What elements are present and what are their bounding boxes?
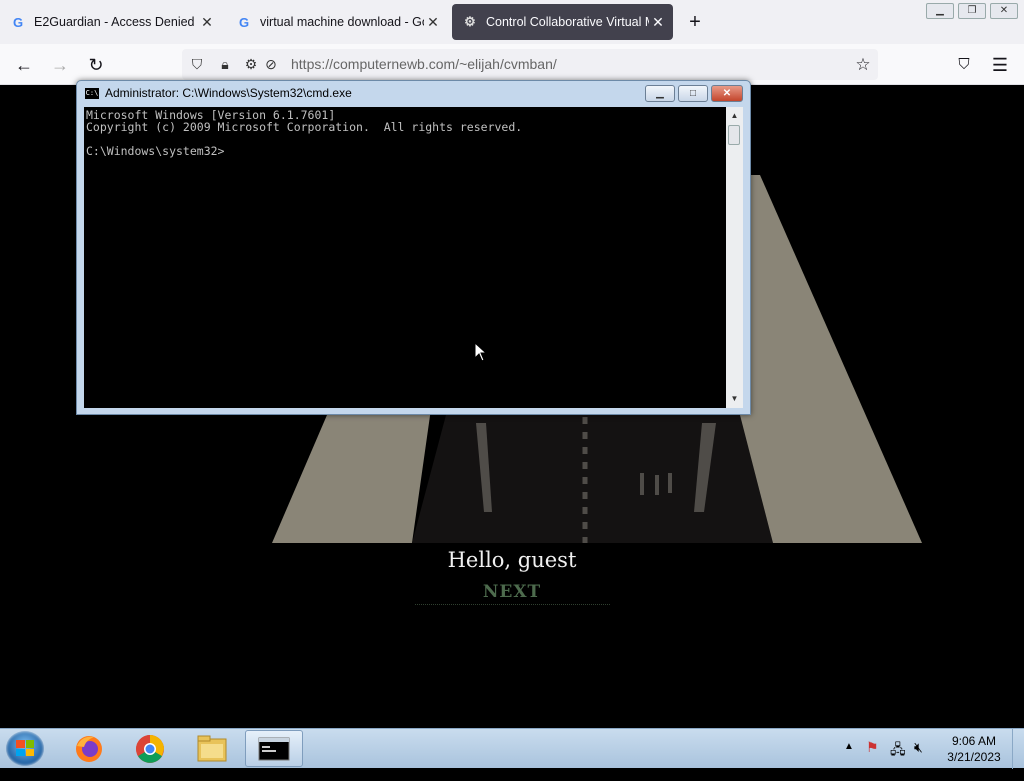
tab-title: virtual machine download - Goo xyxy=(260,15,424,29)
forward-arrow-icon[interactable]: → xyxy=(48,53,72,77)
start-button[interactable] xyxy=(6,731,44,766)
cmd-window[interactable]: C:\ Administrator: C:\Windows\System32\c… xyxy=(76,80,751,415)
tab-control-collaborative-virtual-machine[interactable]: ⚙ Control Collaborative Virtual Ma ✕ xyxy=(452,4,673,40)
show-desktop-button[interactable] xyxy=(1012,729,1024,769)
google-icon: G xyxy=(238,14,250,30)
cmd-scrollbar[interactable]: ▲ ▼ xyxy=(726,107,743,408)
restore-window-button[interactable]: ❐ xyxy=(958,3,986,19)
cmd-icon xyxy=(258,737,290,761)
next-underline xyxy=(415,604,610,605)
scroll-thumb[interactable] xyxy=(728,125,740,145)
back-arrow-icon[interactable]: ← xyxy=(12,53,36,77)
network-icon[interactable]: 🖧︎ xyxy=(890,739,906,779)
taskbar-chrome[interactable] xyxy=(121,730,179,767)
cmd-minimize-button[interactable]: ▁ xyxy=(645,85,675,102)
mouse-cursor-icon xyxy=(474,342,488,362)
address-bar[interactable]: ⛉ 🔒︎ ⚙ ⊘ https://computernewb.com/~elija… xyxy=(182,49,878,80)
google-icon: G xyxy=(12,14,24,30)
firefox-icon xyxy=(76,736,102,762)
tab-e2guardian[interactable]: G E2Guardian - Access Denied ✕ xyxy=(0,4,222,40)
road-shoulder-right xyxy=(735,175,922,543)
taskbar-firefox[interactable] xyxy=(60,730,118,767)
minimize-window-button[interactable]: ▁ xyxy=(926,3,954,19)
tab-title: Control Collaborative Virtual Ma xyxy=(486,15,649,29)
taskbar-cmd[interactable] xyxy=(245,730,303,767)
windows-logo-icon xyxy=(16,740,34,756)
cmd-titlebar[interactable]: C:\ Administrator: C:\Windows\System32\c… xyxy=(85,86,352,100)
taskbar: ▲ ⚑ 🖧︎ 🔇︎ 9:06 AM 3/21/2023 xyxy=(0,728,1024,769)
lock-icon[interactable]: 🔒︎ xyxy=(215,54,235,74)
new-tab-icon[interactable]: + xyxy=(683,10,707,34)
volume-muted-icon[interactable]: 🔇︎ xyxy=(914,739,923,779)
show-hidden-icons-icon[interactable]: ▲ xyxy=(844,741,854,781)
pocket-icon[interactable]: ⛉ xyxy=(952,53,976,77)
taskbar-file-explorer[interactable] xyxy=(183,730,241,767)
action-center-flag-icon[interactable]: ⚑ xyxy=(866,739,879,779)
bookmark-star-icon[interactable]: ☆ xyxy=(851,53,875,77)
road-marking xyxy=(668,473,672,493)
next-button[interactable]: NEXT xyxy=(0,582,1024,602)
cmd-title-text: Administrator: C:\Windows\System32\cmd.e… xyxy=(105,86,352,100)
chrome-icon xyxy=(136,735,164,763)
permissions-icon[interactable]: ⚙ xyxy=(241,54,261,74)
console-prompt: C:\Windows\system32> xyxy=(86,144,225,158)
close-tab-icon[interactable]: ✕ xyxy=(424,14,442,31)
file-explorer-icon xyxy=(197,735,227,762)
reload-icon[interactable]: ↻ xyxy=(84,53,108,77)
road-marking xyxy=(655,475,659,495)
clock-date: 3/21/2023 xyxy=(947,750,1001,764)
cvm-icon: ⚙ xyxy=(464,14,476,29)
close-window-button[interactable]: ✕ xyxy=(990,3,1018,19)
road-marking xyxy=(640,473,644,495)
browser-tab-bar: G E2Guardian - Access Denied ✕ G virtual… xyxy=(0,0,1024,44)
menu-icon[interactable]: ☰ xyxy=(988,53,1012,77)
system-clock[interactable]: 9:06 AM 3/21/2023 xyxy=(942,733,1006,765)
cmd-console[interactable]: Microsoft Windows [Version 6.1.7601] Cop… xyxy=(84,107,726,408)
close-tab-icon[interactable]: ✕ xyxy=(649,14,667,31)
tracking-off-icon[interactable]: ⊘ xyxy=(261,54,281,74)
cmd-close-button[interactable]: ✕ xyxy=(711,85,743,102)
scroll-down-arrow-icon[interactable]: ▼ xyxy=(726,392,743,406)
cmd-maximize-button[interactable]: □ xyxy=(678,85,708,102)
shield-icon[interactable]: ⛉ xyxy=(187,54,207,74)
scroll-up-arrow-icon[interactable]: ▲ xyxy=(726,109,743,123)
url-text[interactable]: https://computernewb.com/~elijah/cvmban/ xyxy=(291,56,557,72)
url-path: /~elijah/cvmban/ xyxy=(455,56,557,72)
tab-virtual-machine-download[interactable]: G virtual machine download - Goo ✕ xyxy=(226,4,448,40)
console-line: Copyright (c) 2009 Microsoft Corporation… xyxy=(86,120,523,134)
tab-title: E2Guardian - Access Denied xyxy=(34,15,195,29)
browser-navbar: ← → ↻ ⛉ 🔒︎ ⚙ ⊘ https://computernewb.com/… xyxy=(0,44,1024,85)
greeting-text: Hello, guest xyxy=(447,548,577,572)
cmd-icon: C:\ xyxy=(85,87,99,99)
clock-time: 9:06 AM xyxy=(951,734,997,748)
url-host: https://computernewb.com xyxy=(291,56,456,72)
close-tab-icon[interactable]: ✕ xyxy=(198,14,216,31)
